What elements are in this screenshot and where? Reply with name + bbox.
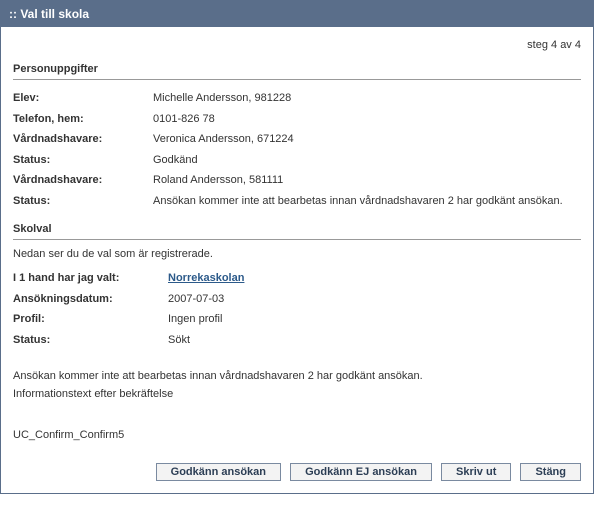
choice-row: Ansökningsdatum: 2007-07-03 [13,289,581,310]
person-value: 0101-826 78 [153,111,581,128]
person-row: Elev: Michelle Andersson, 981228 [13,88,581,109]
choice-row: I 1 hand har jag valt: Norrekaskolan [13,268,581,289]
choice-label: Profil: [13,311,168,328]
person-details: Elev: Michelle Andersson, 981228 Telefon… [13,88,581,211]
choice-label: Status: [13,332,168,349]
choice-value: 2007-07-03 [168,291,581,308]
choice-label: Ansökningsdatum: [13,291,168,308]
footer-code: UC_Confirm_Confirm5 [13,429,581,441]
button-bar: Godkänn ansökan Godkänn EJ ansökan Skriv… [13,457,581,481]
choice-intro: Nedan ser du de val som är registrerade. [13,248,581,260]
info-note-line: Ansökan kommer inte att bearbetas innan … [13,368,581,386]
choice-row: Status: Sökt [13,330,581,351]
person-label: Status: [13,152,153,169]
person-section-heading: Personuppgifter [13,63,581,80]
titlebar: :: Val till skola [1,1,593,27]
person-label: Elev: [13,90,153,107]
choice-value: Ingen profil [168,311,581,328]
person-label: Status: [13,193,153,210]
person-row: Telefon, hem: 0101-826 78 [13,109,581,130]
person-row: Vårdnadshavare: Roland Andersson, 581111 [13,170,581,191]
close-button[interactable]: Stäng [520,463,581,481]
person-label: Telefon, hem: [13,111,153,128]
choice-value: Sökt [168,332,581,349]
person-value: Roland Andersson, 581111 [153,172,581,189]
person-label: Vårdnadshavare: [13,172,153,189]
step-indicator: steg 4 av 4 [13,39,581,51]
choice-value: Norrekaskolan [168,270,581,287]
dialog-window: :: Val till skola steg 4 av 4 Personuppg… [0,0,594,494]
school-link[interactable]: Norrekaskolan [168,272,244,284]
info-note: Ansökan kommer inte att bearbetas innan … [13,368,581,403]
person-row: Vårdnadshavare: Veronica Andersson, 6712… [13,129,581,150]
choice-row: Profil: Ingen profil [13,309,581,330]
print-button[interactable]: Skriv ut [441,463,511,481]
approve-button[interactable]: Godkänn ansökan [156,463,281,481]
choice-label: I 1 hand har jag valt: [13,270,168,287]
person-row: Status: Godkänd [13,150,581,171]
info-note-line: Informationstext efter bekräftelse [13,386,581,404]
choice-details: I 1 hand har jag valt: Norrekaskolan Ans… [13,268,581,350]
reject-button[interactable]: Godkänn EJ ansökan [290,463,432,481]
person-value: Michelle Andersson, 981228 [153,90,581,107]
person-value: Godkänd [153,152,581,169]
person-value: Veronica Andersson, 671224 [153,131,581,148]
person-label: Vårdnadshavare: [13,131,153,148]
choice-section-heading: Skolval [13,223,581,240]
person-value: Ansökan kommer inte att bearbetas innan … [153,193,581,210]
person-row: Status: Ansökan kommer inte att bearbeta… [13,191,581,212]
dialog-content: steg 4 av 4 Personuppgifter Elev: Michel… [1,27,593,493]
